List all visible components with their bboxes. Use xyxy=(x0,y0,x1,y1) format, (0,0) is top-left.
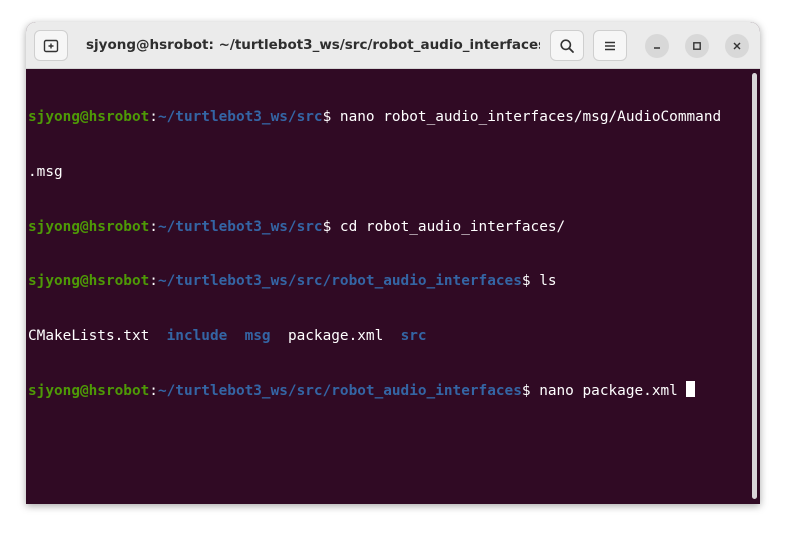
prompt-path: ~/turtlebot3_ws/src xyxy=(157,109,323,126)
command-text: nano robot_audio_interfaces/msg/AudioCom… xyxy=(331,109,722,126)
prompt-user-host: sjyong@hsrobot xyxy=(28,383,150,400)
search-button[interactable] xyxy=(550,30,584,61)
prompt-user-host: sjyong@hsrobot xyxy=(28,218,150,235)
close-icon xyxy=(733,42,741,50)
prompt-user-host: sjyong@hsrobot xyxy=(28,273,150,290)
search-icon xyxy=(560,38,574,53)
maximize-icon xyxy=(693,42,701,50)
terminal-line: sjyong@hsrobot:~/turtlebot3_ws/src/robot… xyxy=(28,273,557,290)
terminal-line: sjyong@hsrobot:~/turtlebot3_ws/src$ nano… xyxy=(28,109,722,126)
menu-button[interactable] xyxy=(593,30,627,61)
terminal-area[interactable]: sjyong@hsrobot:~/turtlebot3_ws/src$ nano… xyxy=(26,69,760,504)
ls-entry-dir: include xyxy=(166,327,228,344)
terminal-output: sjyong@hsrobot:~/turtlebot3_ws/src$ nano… xyxy=(28,72,721,436)
close-button[interactable] xyxy=(725,34,749,58)
prompt-path: ~/turtlebot3_ws/src/robot_audio_interfac… xyxy=(157,383,522,400)
ls-entry-dir: src xyxy=(400,327,427,344)
ls-entry-file: CMakeLists.txt xyxy=(28,327,150,344)
command-text: ls xyxy=(530,273,557,290)
minimize-icon xyxy=(654,47,660,49)
ls-output-line: CMakeLists.txt include msg package.xml s… xyxy=(28,327,721,345)
ls-entry-dir: msg xyxy=(244,327,271,344)
scrollbar[interactable] xyxy=(752,73,757,499)
ls-entry-file: package.xml xyxy=(287,327,384,344)
command-continuation: .msg xyxy=(28,164,63,180)
terminal-line: sjyong@hsrobot:~/turtlebot3_ws/src/robot… xyxy=(28,381,721,399)
terminal-line: .msg xyxy=(28,163,721,181)
new-tab-icon xyxy=(43,39,59,52)
command-text: nano package.xml xyxy=(530,383,687,400)
title-bar: sjyong@hsrobot: ~/turtlebot3_ws/src/robo… xyxy=(26,22,760,69)
hamburger-menu-icon xyxy=(605,41,615,50)
prompt-path: ~/turtlebot3_ws/src xyxy=(157,218,323,235)
new-tab-button[interactable] xyxy=(34,30,68,61)
maximize-button[interactable] xyxy=(685,34,709,58)
text-cursor xyxy=(686,381,696,398)
prompt-path: ~/turtlebot3_ws/src/robot_audio_interfac… xyxy=(157,273,522,290)
command-text: cd robot_audio_interfaces/ xyxy=(331,218,566,235)
terminal-window: sjyong@hsrobot: ~/turtlebot3_ws/src/robo… xyxy=(26,22,760,504)
prompt-user-host: sjyong@hsrobot xyxy=(28,109,150,126)
terminal-line: sjyong@hsrobot:~/turtlebot3_ws/src$ cd r… xyxy=(28,218,566,235)
minimize-button[interactable] xyxy=(645,34,669,58)
window-title: sjyong@hsrobot: ~/turtlebot3_ws/src/robo… xyxy=(86,37,540,53)
